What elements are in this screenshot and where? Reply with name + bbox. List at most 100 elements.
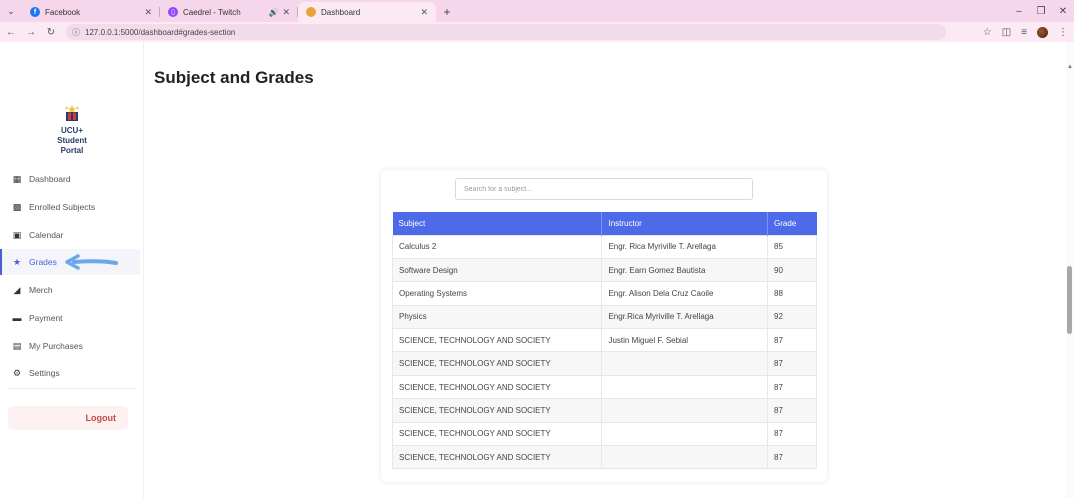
cell-grade: 87 — [767, 328, 817, 353]
table-row: SCIENCE, TECHNOLOGY AND SOCIETY 87 — [391, 398, 817, 423]
cell-instructor — [601, 351, 769, 376]
sidebar-item-label: Enrolled Subjects — [29, 202, 96, 212]
cell-instructor — [601, 421, 769, 447]
column-header-grade[interactable]: Grade — [767, 212, 817, 235]
toolbar-actions: ☆ ◫ ≡ ⋮ — [983, 22, 1068, 42]
cell-instructor — [601, 445, 769, 470]
browser-toolbar: ← → ↻ ⓘ 127.0.0.1:5000/dashboard#grades-… — [0, 22, 1074, 42]
back-arrow-icon[interactable]: ← — [2, 23, 20, 41]
window-controls: – ❐ ✕ — [1008, 0, 1074, 22]
reload-icon[interactable]: ↻ — [42, 23, 60, 41]
credit-card-icon: ▬ — [12, 313, 22, 323]
close-tab-icon[interactable]: ✕ — [420, 7, 428, 18]
cell-subject: SCIENCE, TECHNOLOGY AND SOCIETY — [391, 445, 603, 470]
table-row: Software Design Engr. Earn Gomez Bautist… — [391, 257, 817, 283]
table-row: Calculus 2 Engr. Rica Myriville T. Arell… — [391, 234, 817, 259]
sidebar-item-dashboard[interactable]: ▦ Dashboard — [0, 166, 140, 192]
subject-search-input[interactable] — [455, 178, 753, 200]
sidebar: UCU+ Student Portal ▦ Dashboard ▩ Enroll… — [0, 42, 144, 498]
table-row: Operating Systems Engr. Alison Dela Cruz… — [391, 281, 817, 306]
brand-block: UCU+ Student Portal — [0, 104, 144, 156]
cell-instructor — [601, 398, 769, 423]
minimize-icon[interactable]: – — [1008, 0, 1030, 22]
column-header-instructor[interactable]: Instructor — [601, 212, 769, 235]
cell-grade: 85 — [767, 234, 817, 259]
close-window-icon[interactable]: ✕ — [1052, 0, 1074, 22]
book-icon: ▩ — [12, 201, 22, 212]
page-viewport: UCU+ Student Portal ▦ Dashboard ▩ Enroll… — [0, 42, 1074, 498]
tab-twitch[interactable]: ▯ Caedrel - Twitch 🔊 ✕ — [160, 2, 298, 22]
tab-title: Dashboard — [321, 7, 361, 17]
grid-icon: ▦ — [12, 173, 22, 184]
cell-grade: 87 — [767, 445, 817, 470]
table-row: SCIENCE, TECHNOLOGY AND SOCIETY 87 — [391, 374, 817, 400]
close-tab-icon[interactable]: ✕ — [144, 7, 152, 18]
table-row: SCIENCE, TECHNOLOGY AND SOCIETY 87 — [391, 445, 817, 470]
restore-icon[interactable]: ❐ — [1030, 0, 1052, 22]
scroll-up-arrow-icon[interactable]: ▲ — [1066, 64, 1074, 72]
calendar-icon: ▣ — [12, 229, 22, 240]
school-logo-icon — [65, 105, 79, 121]
kebab-menu-icon[interactable]: ⋮ — [1058, 27, 1068, 38]
sidebar-item-payment[interactable]: ▬ Payment — [0, 305, 140, 331]
cell-subject: SCIENCE, TECHNOLOGY AND SOCIETY — [391, 398, 603, 423]
pointer-arrow-icon — [65, 254, 118, 270]
cell-grade: 87 — [767, 374, 817, 400]
cell-instructor: Justin Miguel F. Sebial — [601, 328, 769, 353]
sidebar-item-label: My Purchases — [29, 341, 83, 351]
brand-line-1: UCU+ — [60, 126, 83, 135]
sidebar-item-settings[interactable]: ⚙ Settings — [0, 360, 140, 386]
sidebar-item-calendar[interactable]: ▣ Calendar — [0, 222, 140, 248]
dashboard-favicon-icon — [306, 7, 316, 17]
tab-dashboard[interactable]: Dashboard ✕ — [298, 2, 436, 22]
cell-grade: 92 — [767, 304, 817, 330]
cell-subject: SCIENCE, TECHNOLOGY AND SOCIETY — [391, 328, 603, 353]
grades-table: Subject Instructor Grade Calculus 2 Engr… — [391, 212, 817, 470]
bookmark-star-icon[interactable]: ☆ — [983, 27, 992, 38]
cell-grade: 87 — [767, 398, 817, 423]
close-tab-icon[interactable]: ✕ — [282, 7, 290, 18]
speaker-icon[interactable]: 🔊 — [268, 8, 278, 17]
extensions-icon[interactable]: ◫ — [1002, 27, 1011, 38]
brand-line-2: Student — [57, 136, 87, 145]
cart-icon: ◢ — [13, 284, 21, 295]
facebook-icon: f — [30, 7, 40, 17]
cell-subject: Physics — [391, 304, 603, 330]
sidebar-item-label: Grades — [29, 257, 57, 267]
table-row: SCIENCE, TECHNOLOGY AND SOCIETY 87 — [391, 421, 817, 447]
sidebar-item-label: Payment — [29, 313, 63, 323]
cell-subject: SCIENCE, TECHNOLOGY AND SOCIETY — [391, 351, 603, 376]
profile-avatar[interactable] — [1037, 26, 1048, 38]
table-header-row: Subject Instructor Grade — [392, 212, 817, 235]
browser-tab-bar: ⌄ f Facebook ✕ ▯ Caedrel - Twitch 🔊 ✕ Da… — [0, 0, 1074, 22]
sidebar-item-label: Calendar — [29, 230, 64, 240]
scrollbar-thumb[interactable] — [1067, 266, 1072, 334]
cell-subject: Operating Systems — [391, 281, 603, 306]
forward-arrow-icon[interactable]: → — [22, 23, 40, 41]
cell-subject: Software Design — [391, 257, 603, 283]
cell-grade: 88 — [767, 281, 817, 306]
tab-title: Caedrel - Twitch — [183, 7, 241, 17]
logout-button[interactable]: Logout — [8, 406, 128, 430]
new-tab-button[interactable]: + — [436, 2, 458, 22]
brand-line-3: Portal — [60, 146, 84, 155]
sidebar-item-merch[interactable]: ◢ Merch — [0, 277, 140, 303]
column-header-subject[interactable]: Subject — [392, 212, 603, 235]
sidebar-item-label: Merch — [29, 285, 53, 295]
cell-instructor — [601, 374, 769, 400]
cell-instructor: Engr. Alison Dela Cruz Caoile — [601, 281, 769, 306]
cell-grade: 87 — [767, 421, 817, 447]
cell-grade: 87 — [767, 351, 817, 376]
sidebar-item-enrolled-subjects[interactable]: ▩ Enrolled Subjects — [0, 194, 140, 220]
page-scrollbar[interactable]: ▲ — [1066, 42, 1074, 498]
table-row: Physics Engr.Rica Myriville T. Arellaga … — [391, 304, 817, 330]
sidebar-divider — [8, 388, 136, 389]
cell-instructor: Engr. Earn Gomez Bautista — [601, 257, 769, 283]
sidebar-item-my-purchases[interactable]: ▤ My Purchases — [0, 333, 140, 359]
tab-search-chevron-icon[interactable]: ⌄ — [0, 0, 22, 22]
site-info-icon[interactable]: ⓘ — [72, 27, 80, 38]
gear-icon: ⚙ — [12, 367, 22, 378]
tab-facebook[interactable]: f Facebook ✕ — [22, 2, 160, 22]
tab-menu-icon[interactable]: ≡ — [1021, 27, 1027, 38]
address-bar[interactable]: ⓘ 127.0.0.1:5000/dashboard#grades-sectio… — [66, 24, 946, 40]
